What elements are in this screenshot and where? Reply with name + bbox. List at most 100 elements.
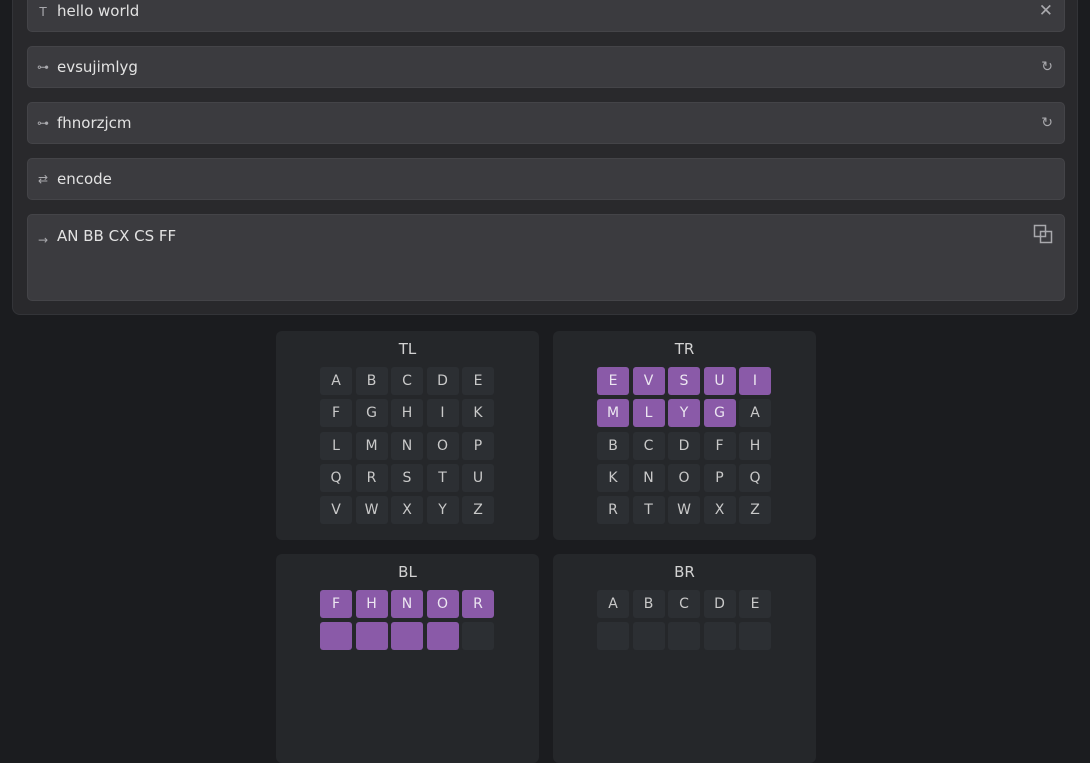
square-title: TR (674, 340, 695, 358)
square-panel-tl: TL ABCDE FGHIK LMNOP QRSTU VWXYZ (276, 331, 539, 540)
letter-cell: W (668, 496, 700, 525)
letter-cell: F (320, 590, 352, 618)
square-title: TL (398, 340, 417, 358)
output-value[interactable]: AN BB CX CS FF (57, 227, 176, 245)
letter-cell: X (391, 496, 423, 525)
letter-cell: I (426, 399, 459, 428)
letter-cell: T (426, 463, 459, 492)
letter-grid: FHNOR (320, 590, 494, 651)
plaintext-input[interactable]: T hello world ✕ (27, 0, 1065, 32)
letter-cell (739, 622, 771, 651)
letter-cell: B (597, 431, 629, 460)
output-field[interactable]: → AN BB CX CS FF (27, 214, 1065, 301)
letter-cell: O (426, 590, 459, 618)
letter-cell (597, 622, 629, 651)
letter-cell: K (462, 399, 494, 428)
letter-cell: D (668, 431, 700, 460)
letter-grid: EVSUI MLYGA BCDFH KNOPQ RTWXZ (597, 367, 771, 525)
letter-cell: A (320, 367, 352, 395)
swap-icon: ⇄ (37, 172, 49, 186)
letter-grid: ABCDE (597, 590, 771, 651)
letter-cell: P (703, 463, 736, 492)
clear-icon[interactable]: ✕ (1039, 1, 1053, 21)
key1-value[interactable]: evsujimlyg (57, 58, 138, 76)
letter-cell (355, 622, 388, 651)
letter-cell: M (355, 431, 388, 460)
arrow-right-icon: → (37, 233, 49, 247)
letter-cell: C (391, 367, 423, 395)
letter-cell: O (426, 431, 459, 460)
letter-cell: A (739, 399, 771, 428)
letter-cell: K (597, 463, 629, 492)
letter-cell: T (632, 496, 665, 525)
letter-cell: H (739, 431, 771, 460)
letter-cell: Y (668, 399, 700, 428)
letter-cell: U (462, 463, 494, 492)
letter-cell: E (462, 367, 494, 395)
square-panel-tr: TR EVSUI MLYGA BCDFH KNOPQ RTWXZ (553, 331, 816, 540)
letter-cell (462, 622, 494, 651)
letter-cell: R (355, 463, 388, 492)
letter-cell: D (426, 367, 459, 395)
mode-select[interactable]: ⇄ encode (27, 158, 1065, 200)
letter-cell: H (355, 590, 388, 618)
letter-cell: W (355, 496, 388, 525)
letter-cell: Q (320, 463, 352, 492)
letter-cell: H (391, 399, 423, 428)
letter-cell: V (320, 496, 352, 525)
letter-cell: V (632, 367, 665, 395)
letter-cell (668, 622, 700, 651)
plaintext-value[interactable]: hello world (57, 2, 139, 20)
letter-cell (391, 622, 423, 651)
regenerate-icon[interactable]: ↻ (1041, 59, 1053, 75)
letter-cell (426, 622, 459, 651)
key2-input[interactable]: ⊶ fhnorzjcm ↻ (27, 102, 1065, 144)
letter-cell: B (632, 590, 665, 618)
letter-cell (320, 622, 352, 651)
square-panel-br: BR ABCDE (553, 554, 816, 763)
regenerate-icon[interactable]: ↻ (1041, 115, 1053, 131)
letter-cell: A (597, 590, 629, 618)
letter-cell: S (668, 367, 700, 395)
key1-input[interactable]: ⊶ evsujimlyg ↻ (27, 46, 1065, 88)
letter-cell: Q (739, 463, 771, 492)
letter-cell: E (597, 367, 629, 395)
letter-cell: S (391, 463, 423, 492)
key2-value[interactable]: fhnorzjcm (57, 114, 132, 132)
letter-cell: N (391, 431, 423, 460)
letter-cell: P (462, 431, 494, 460)
letter-cell: Z (739, 496, 771, 525)
letter-cell: U (703, 367, 736, 395)
letter-cell: M (597, 399, 629, 428)
letter-cell: L (632, 399, 665, 428)
letter-cell: R (462, 590, 494, 618)
letter-grid: ABCDE FGHIK LMNOP QRSTU VWXYZ (320, 367, 494, 525)
letter-cell: N (632, 463, 665, 492)
letter-cell: D (703, 590, 736, 618)
letter-cell: R (597, 496, 629, 525)
key-icon: ⊶ (37, 116, 49, 130)
letter-cell: I (739, 367, 771, 395)
letter-cell: B (355, 367, 388, 395)
letter-cell: G (355, 399, 388, 428)
letter-cell: O (668, 463, 700, 492)
letter-cell: E (739, 590, 771, 618)
square-title: BL (398, 563, 417, 581)
square-panel-bl: BL FHNOR (276, 554, 539, 763)
copy-icon[interactable] (1033, 224, 1053, 248)
letter-cell: G (703, 399, 736, 428)
letter-cell: C (668, 590, 700, 618)
letter-cell: Y (426, 496, 459, 525)
square-title: BR (674, 563, 695, 581)
letter-cell: F (703, 431, 736, 460)
letter-cell: C (632, 431, 665, 460)
letter-cell: N (391, 590, 423, 618)
letter-cell (703, 622, 736, 651)
text-icon: T (39, 5, 47, 19)
letter-cell (632, 622, 665, 651)
letter-cell: L (320, 431, 352, 460)
mode-value[interactable]: encode (57, 170, 112, 188)
letter-cell: Z (462, 496, 494, 525)
letter-cell: X (703, 496, 736, 525)
key-icon: ⊶ (37, 60, 49, 74)
